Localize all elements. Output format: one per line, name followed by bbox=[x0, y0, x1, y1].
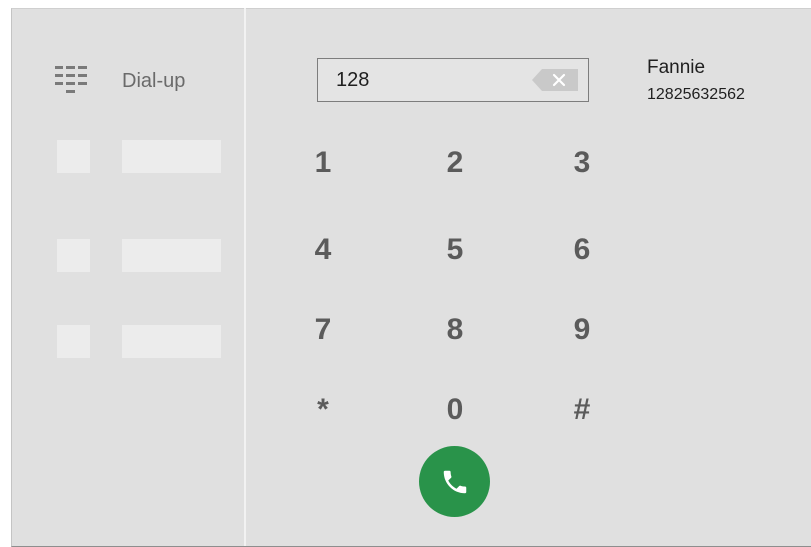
panel-divider bbox=[244, 8, 246, 546]
key-star[interactable]: * bbox=[293, 390, 353, 430]
phone-number-value: 128 bbox=[336, 68, 370, 91]
key-7[interactable]: 7 bbox=[293, 310, 353, 350]
sidebar-item-dial-up[interactable]: Dial-up bbox=[55, 66, 185, 96]
contact-suggestion[interactable]: Fannie 12825632562 bbox=[647, 57, 745, 106]
key-0[interactable]: 0 bbox=[425, 390, 485, 430]
key-hash[interactable]: # bbox=[552, 390, 612, 430]
sidebar-item-placeholder-label[interactable] bbox=[122, 239, 221, 272]
key-6[interactable]: 6 bbox=[552, 230, 612, 270]
call-button[interactable] bbox=[419, 446, 490, 517]
key-9[interactable]: 9 bbox=[552, 310, 612, 350]
key-4[interactable]: 4 bbox=[293, 230, 353, 270]
sidebar-item-placeholder-icon[interactable] bbox=[57, 325, 90, 358]
key-1[interactable]: 1 bbox=[293, 143, 353, 183]
key-2[interactable]: 2 bbox=[425, 143, 485, 183]
contact-name: Fannie bbox=[647, 57, 706, 78]
sidebar-item-placeholder-label[interactable] bbox=[122, 140, 221, 173]
sidebar-item-label: Dial-up bbox=[122, 69, 186, 92]
backspace-icon[interactable] bbox=[532, 69, 578, 91]
key-3[interactable]: 3 bbox=[552, 143, 612, 183]
sidebar-item-placeholder-icon[interactable] bbox=[57, 140, 90, 173]
phone-number-input[interactable]: 128 bbox=[317, 58, 589, 102]
key-5[interactable]: 5 bbox=[425, 230, 485, 270]
phone-icon bbox=[443, 470, 466, 493]
dialpad-list-icon bbox=[55, 66, 87, 93]
sidebar-item-placeholder-icon[interactable] bbox=[57, 239, 90, 272]
key-8[interactable]: 8 bbox=[425, 310, 485, 350]
contact-number: 12825632562 bbox=[647, 86, 745, 103]
sidebar-item-placeholder-label[interactable] bbox=[122, 325, 221, 358]
